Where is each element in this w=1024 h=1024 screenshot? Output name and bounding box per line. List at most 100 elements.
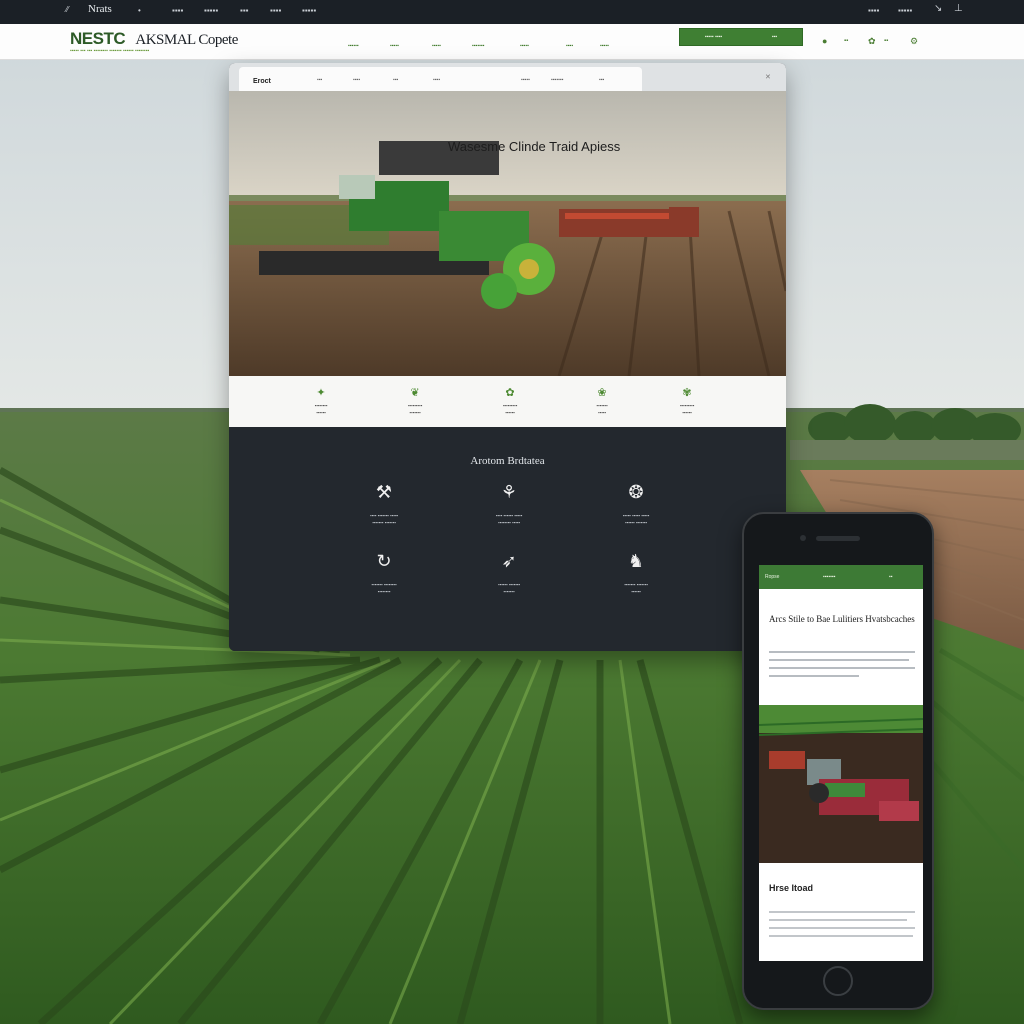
- tab[interactable]: ▪▪▪: [393, 77, 398, 83]
- tile-sublabel: ▪▪▪▪▪▪: [631, 588, 641, 594]
- text-icon[interactable]: ▪▪: [884, 38, 888, 44]
- leaf-icon: ❦: [410, 387, 420, 399]
- section-title: Arotom Brdtatea: [470, 455, 545, 467]
- top-link[interactable]: ▪▪▪: [240, 6, 249, 15]
- text-icon[interactable]: ▪▪: [844, 38, 848, 44]
- feature-sublabel: ▪▪▪▪▪▪: [316, 409, 326, 415]
- phone-navbar: Ropse ▪▪▪▪▪▪▪ ▪▪: [759, 565, 923, 589]
- feature-label: ▪▪▪▪▪▪▪▪▪: [502, 403, 518, 408]
- arrow-icon[interactable]: ↘: [934, 3, 942, 14]
- browser-tab-bar: Eroct ▪▪▪ ▪▪▪▪ ▪▪▪ ▪▪▪▪ ▪▪▪▪▪ ▪▪▪▪▪▪▪ ▪▪…: [239, 67, 642, 91]
- tab[interactable]: ▪▪▪: [599, 77, 604, 83]
- phone-menu[interactable]: ▪▪: [889, 574, 893, 580]
- feature-item[interactable]: ✿ ▪▪▪▪▪▪▪▪▪ ▪▪▪▪▪▪: [482, 386, 538, 417]
- tile-sublabel: ▪▪▪▪▪▪ ▪▪▪▪▪▪▪: [625, 519, 647, 525]
- tile-sublabel: ▪▪▪▪▪▪▪: [503, 588, 515, 594]
- bullet-icon: •: [138, 6, 141, 15]
- feature-label: ▪▪▪▪▪▪▪▪: [314, 403, 328, 408]
- service-tile[interactable]: ⚘ ▪▪▪▪ ▪▪▪▪▪▪ ▪▪▪▪▪ ▪▪▪▪▪▪▪▪ ▪▪▪▪▪: [454, 482, 564, 527]
- nav-link[interactable]: ▪▪▪▪▪: [600, 43, 609, 49]
- phone-screen: Ropse ▪▪▪▪▪▪▪ ▪▪ Arcs Stile to Bae Lulit…: [759, 565, 923, 961]
- service-tile[interactable]: ➶ ▪▪▪▪▪▪ ▪▪▪▪▪▪▪ ▪▪▪▪▪▪▪: [454, 551, 564, 596]
- feature-sublabel: ▪▪▪▪▪▪▪: [409, 409, 421, 415]
- tile-label: ▪▪▪▪▪ ▪▪▪▪▪ ▪▪▪▪▪: [622, 513, 650, 518]
- phone-nav-link[interactable]: ▪▪▪▪▪▪▪: [823, 574, 835, 580]
- bird-icon: ➶: [501, 551, 517, 571]
- cta-label: ▪▪▪▪▪ ▪▪▪▪: [704, 34, 723, 40]
- feature-label: ▪▪▪▪▪▪▪: [596, 403, 608, 408]
- hero-title: Wasesme Clinde Traid Apiess: [448, 139, 621, 154]
- phone-body-text-2: [769, 911, 915, 943]
- top-link[interactable]: ▪▪▪▪: [172, 6, 183, 15]
- feature-label: ▪▪▪▪▪▪▪▪▪: [679, 403, 695, 408]
- nav-link[interactable]: ▪▪▪▪▪▪▪: [472, 43, 484, 49]
- nav-link[interactable]: ▪▪▪▪▪: [432, 43, 441, 49]
- service-tile[interactable]: ↻ ▪▪▪▪▪▪▪ ▪▪▪▪▪▪▪▪ ▪▪▪▪▪▪▪▪: [329, 551, 439, 596]
- desktop-mockup: Eroct ▪▪▪ ▪▪▪▪ ▪▪▪ ▪▪▪▪ ▪▪▪▪▪ ▪▪▪▪▪▪▪ ▪▪…: [229, 63, 786, 651]
- settings-icon[interactable]: ⚙: [910, 36, 918, 47]
- harvester-hero-image: [229, 91, 786, 376]
- site-navbar: NESTC AKSMAL Copete ▪▪▪▪▪ ▪▪▪ ▪▪▪ ▪▪▪▪▪▪…: [0, 24, 1024, 60]
- pin-icon[interactable]: ⊥: [954, 3, 963, 14]
- phone-body-text: [769, 651, 915, 683]
- browser-tab-strip: Eroct ▪▪▪ ▪▪▪▪ ▪▪▪ ▪▪▪▪ ▪▪▪▪▪ ▪▪▪▪▪▪▪ ▪▪…: [229, 63, 786, 91]
- feature-sublabel: ▪▪▪▪▪▪: [505, 409, 515, 415]
- phone-mockup: Ropse ▪▪▪▪▪▪▪ ▪▪ Arcs Stile to Bae Lulit…: [742, 512, 934, 1010]
- tab[interactable]: ▪▪▪▪: [353, 77, 360, 83]
- feature-item[interactable]: ✾ ▪▪▪▪▪▪▪▪▪ ▪▪▪▪▪▪: [659, 386, 715, 417]
- close-icon[interactable]: ✕: [765, 73, 771, 81]
- cycle-icon: ↻: [376, 551, 392, 571]
- feature-item[interactable]: ✦ ▪▪▪▪▪▪▪▪ ▪▪▪▪▪▪: [293, 386, 349, 417]
- service-tile[interactable]: ♞ ▪▪▪▪▪▪▪ ▪▪▪▪▪▪▪ ▪▪▪▪▪▪: [581, 551, 691, 596]
- nav-link[interactable]: ▪▪▪▪: [566, 43, 573, 49]
- top-link[interactable]: ▪▪▪▪: [868, 6, 879, 15]
- feature-sublabel: ▪▪▪▪▪: [598, 409, 606, 415]
- tab[interactable]: ▪▪▪▪▪: [521, 77, 530, 83]
- feature-strip: ✦ ▪▪▪▪▪▪▪▪ ▪▪▪▪▪▪ ❦ ▪▪▪▪▪▪▪▪▪ ▪▪▪▪▪▪▪ ✿ …: [229, 376, 786, 427]
- service-tile[interactable]: ⚒ ▪▪▪▪ ▪▪▪▪▪▪▪ ▪▪▪▪▪ ▪▪▪▪▪▪▪ ▪▪▪▪▪▪▪: [329, 482, 439, 527]
- cta-label-secondary: ▪▪▪: [771, 34, 778, 40]
- cta-button[interactable]: ▪▪▪▪▪ ▪▪▪▪ ▪▪▪: [679, 28, 803, 46]
- feature-sublabel: ▪▪▪▪▪▪: [682, 409, 692, 415]
- speaker-grille: [816, 536, 860, 541]
- camera-icon: [800, 535, 806, 541]
- top-link[interactable]: ▪▪▪▪▪: [898, 6, 912, 15]
- top-link[interactable]: ▪▪▪▪▪: [302, 6, 316, 15]
- feature-item[interactable]: ❀ ▪▪▪▪▪▪▪ ▪▪▪▪▪: [574, 386, 630, 417]
- tile-label: ▪▪▪▪▪▪ ▪▪▪▪▪▪▪: [498, 582, 520, 587]
- nav-link[interactable]: ▪▪▪▪▪: [520, 43, 529, 49]
- hero-banner: Wasesme Clinde Traid Apiess: [229, 91, 786, 376]
- tile-sublabel: ▪▪▪▪▪▪▪▪ ▪▪▪▪▪: [498, 519, 520, 525]
- site-logo[interactable]: NESTC AKSMAL Copete: [70, 29, 238, 49]
- top-link[interactable]: ▪▪▪▪▪: [204, 6, 218, 15]
- feature-item[interactable]: ❦ ▪▪▪▪▪▪▪▪▪ ▪▪▪▪▪▪▪: [387, 386, 443, 417]
- tractor-icon: ✦: [316, 387, 326, 399]
- service-tile[interactable]: ❂ ▪▪▪▪▪ ▪▪▪▪▪ ▪▪▪▪▪ ▪▪▪▪▪▪ ▪▪▪▪▪▪▪: [581, 482, 691, 527]
- phone-tractor-image: [759, 705, 923, 863]
- tab-active[interactable]: Eroct: [253, 78, 271, 85]
- tile-label: ▪▪▪▪▪▪▪ ▪▪▪▪▪▪▪: [624, 582, 648, 587]
- tab[interactable]: ▪▪▪▪▪▪▪: [551, 77, 563, 83]
- home-button[interactable]: [823, 966, 853, 996]
- sprout-icon[interactable]: ✿: [868, 36, 876, 47]
- tab[interactable]: ▪▪▪: [317, 77, 322, 83]
- tab[interactable]: ▪▪▪▪: [433, 77, 440, 83]
- slash-icon: ⁄⁄: [66, 5, 69, 14]
- logo-primary: NESTC: [70, 29, 126, 48]
- tile-label: ▪▪▪▪▪▪▪ ▪▪▪▪▪▪▪▪: [371, 582, 397, 587]
- phone-logo[interactable]: Ropse: [765, 574, 779, 580]
- tile-label: ▪▪▪▪ ▪▪▪▪▪▪▪ ▪▪▪▪▪: [369, 513, 399, 518]
- leaf-icon[interactable]: ●: [822, 36, 827, 46]
- nav-link[interactable]: ▪▪▪▪▪: [390, 43, 399, 49]
- tagline: ▪▪▪▪▪ ▪▪▪ ▪▪▪ ▪▪▪▪▪▪▪▪ ▪▪▪▪▪▪▪ ▪▪▪▪▪▪ ▪▪…: [70, 48, 150, 54]
- tile-label: ▪▪▪▪ ▪▪▪▪▪▪ ▪▪▪▪▪: [495, 513, 523, 518]
- sprout-icon: ❀: [597, 387, 607, 399]
- plant-icon: ✿: [505, 387, 515, 399]
- top-brand: Nrats: [88, 3, 112, 15]
- feature-label: ▪▪▪▪▪▪▪▪▪: [407, 403, 423, 408]
- tile-sublabel: ▪▪▪▪▪▪▪ ▪▪▪▪▪▪▪: [372, 519, 396, 525]
- grain-icon: ✾: [682, 387, 692, 399]
- top-link[interactable]: ▪▪▪▪: [270, 6, 281, 15]
- nav-link[interactable]: ▪▪▪▪▪▪: [348, 43, 359, 49]
- tile-sublabel: ▪▪▪▪▪▪▪▪: [377, 588, 391, 594]
